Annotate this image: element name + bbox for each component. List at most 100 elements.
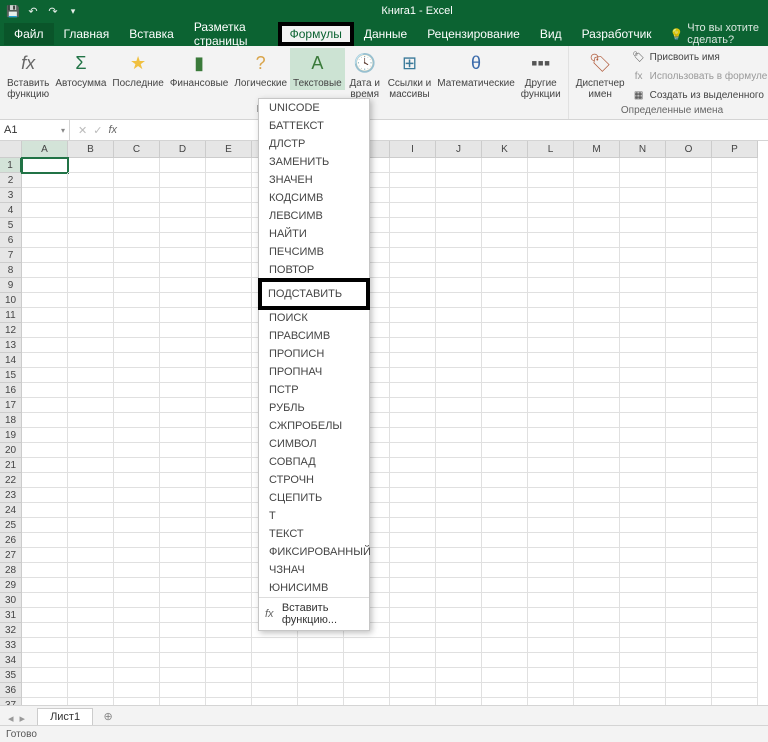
cell-D32[interactable] xyxy=(160,623,206,638)
cell-B25[interactable] xyxy=(68,518,114,533)
cell-I36[interactable] xyxy=(390,683,436,698)
cell-P25[interactable] xyxy=(712,518,758,533)
cell-F35[interactable] xyxy=(252,668,298,683)
cell-A31[interactable] xyxy=(22,608,68,623)
cell-E19[interactable] xyxy=(206,428,252,443)
cell-F34[interactable] xyxy=(252,653,298,668)
cell-P4[interactable] xyxy=(712,203,758,218)
cell-A10[interactable] xyxy=(22,293,68,308)
cell-E36[interactable] xyxy=(206,683,252,698)
cell-D4[interactable] xyxy=(160,203,206,218)
cell-O16[interactable] xyxy=(666,383,712,398)
cell-C30[interactable] xyxy=(114,593,160,608)
cell-D10[interactable] xyxy=(160,293,206,308)
cell-N24[interactable] xyxy=(620,503,666,518)
cell-L29[interactable] xyxy=(528,578,574,593)
row-header-34[interactable]: 34 xyxy=(0,653,22,668)
financial-button[interactable]: ▮ Финансовые xyxy=(167,48,232,90)
row-header-24[interactable]: 24 xyxy=(0,503,22,518)
cell-J29[interactable] xyxy=(436,578,482,593)
row-header-31[interactable]: 31 xyxy=(0,608,22,623)
cell-C13[interactable] xyxy=(114,338,160,353)
cell-L10[interactable] xyxy=(528,293,574,308)
cell-O1[interactable] xyxy=(666,158,712,173)
cell-N32[interactable] xyxy=(620,623,666,638)
cell-N15[interactable] xyxy=(620,368,666,383)
cell-H35[interactable] xyxy=(344,668,390,683)
cell-B11[interactable] xyxy=(68,308,114,323)
cell-I6[interactable] xyxy=(390,233,436,248)
cell-L30[interactable] xyxy=(528,593,574,608)
cell-N4[interactable] xyxy=(620,203,666,218)
cell-E20[interactable] xyxy=(206,443,252,458)
cell-O11[interactable] xyxy=(666,308,712,323)
cell-D26[interactable] xyxy=(160,533,206,548)
cell-B30[interactable] xyxy=(68,593,114,608)
cell-B24[interactable] xyxy=(68,503,114,518)
cell-K30[interactable] xyxy=(482,593,528,608)
cell-I2[interactable] xyxy=(390,173,436,188)
cell-O30[interactable] xyxy=(666,593,712,608)
cell-J28[interactable] xyxy=(436,563,482,578)
cell-L11[interactable] xyxy=(528,308,574,323)
cell-A1[interactable] xyxy=(22,158,68,173)
cell-J36[interactable] xyxy=(436,683,482,698)
cell-O31[interactable] xyxy=(666,608,712,623)
cell-I33[interactable] xyxy=(390,638,436,653)
row-header-14[interactable]: 14 xyxy=(0,353,22,368)
cell-M7[interactable] xyxy=(574,248,620,263)
sheet-tab-1[interactable]: Лист1 xyxy=(37,708,93,725)
cell-N33[interactable] xyxy=(620,638,666,653)
col-header-I[interactable]: I xyxy=(390,141,436,158)
cell-B31[interactable] xyxy=(68,608,114,623)
cell-N34[interactable] xyxy=(620,653,666,668)
cell-E25[interactable] xyxy=(206,518,252,533)
insert-function-button[interactable]: fx Вставить функцию xyxy=(4,48,52,101)
col-header-A[interactable]: A xyxy=(22,141,68,158)
cell-D14[interactable] xyxy=(160,353,206,368)
cell-L33[interactable] xyxy=(528,638,574,653)
cell-E31[interactable] xyxy=(206,608,252,623)
cell-M1[interactable] xyxy=(574,158,620,173)
cell-N22[interactable] xyxy=(620,473,666,488)
cell-M26[interactable] xyxy=(574,533,620,548)
cell-M2[interactable] xyxy=(574,173,620,188)
cell-M21[interactable] xyxy=(574,458,620,473)
cell-P2[interactable] xyxy=(712,173,758,188)
cell-N5[interactable] xyxy=(620,218,666,233)
cell-M28[interactable] xyxy=(574,563,620,578)
cell-O15[interactable] xyxy=(666,368,712,383)
cell-L5[interactable] xyxy=(528,218,574,233)
cell-M34[interactable] xyxy=(574,653,620,668)
function-item-СЖПРОБЕЛЫ[interactable]: СЖПРОБЕЛЫ xyxy=(259,417,369,435)
cell-D15[interactable] xyxy=(160,368,206,383)
cell-N26[interactable] xyxy=(620,533,666,548)
cell-A30[interactable] xyxy=(22,593,68,608)
cell-J1[interactable] xyxy=(436,158,482,173)
row-header-26[interactable]: 26 xyxy=(0,533,22,548)
row-header-7[interactable]: 7 xyxy=(0,248,22,263)
cell-I31[interactable] xyxy=(390,608,436,623)
cell-N13[interactable] xyxy=(620,338,666,353)
cell-I23[interactable] xyxy=(390,488,436,503)
cell-L21[interactable] xyxy=(528,458,574,473)
cell-A32[interactable] xyxy=(22,623,68,638)
cell-K17[interactable] xyxy=(482,398,528,413)
cell-O9[interactable] xyxy=(666,278,712,293)
cancel-icon[interactable]: ✕ xyxy=(78,124,87,137)
cell-I20[interactable] xyxy=(390,443,436,458)
cell-P1[interactable] xyxy=(712,158,758,173)
cell-D22[interactable] xyxy=(160,473,206,488)
cell-H36[interactable] xyxy=(344,683,390,698)
cell-P6[interactable] xyxy=(712,233,758,248)
cell-N20[interactable] xyxy=(620,443,666,458)
sheet-nav-prev-icon[interactable]: ◂ xyxy=(8,712,14,725)
row-header-4[interactable]: 4 xyxy=(0,203,22,218)
cell-E34[interactable] xyxy=(206,653,252,668)
cell-J3[interactable] xyxy=(436,188,482,203)
cell-L7[interactable] xyxy=(528,248,574,263)
cell-D17[interactable] xyxy=(160,398,206,413)
cell-P14[interactable] xyxy=(712,353,758,368)
function-item-СИМВОЛ[interactable]: СИМВОЛ xyxy=(259,435,369,453)
cell-D31[interactable] xyxy=(160,608,206,623)
